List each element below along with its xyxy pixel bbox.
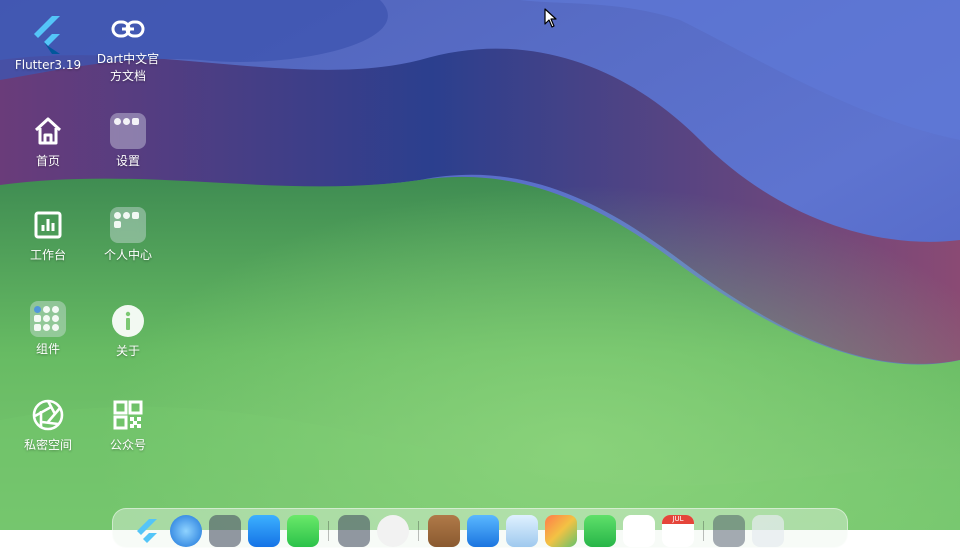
desktop-icon-about[interactable]: 关于 [88,302,168,360]
desktop-icon-label: 组件 [35,342,60,356]
desktop-icon-label: 公众号 [109,438,146,452]
dock: JUL [112,508,848,548]
dock-app-store-icon[interactable] [248,515,280,547]
dock-separator [328,521,329,541]
info-icon [109,302,147,340]
desktop-icon-home[interactable]: 首页 [8,112,88,170]
dock-folder-icon[interactable] [338,515,370,547]
dock-facetime-icon[interactable] [584,515,616,547]
desktop-icon-workbench[interactable]: 工作台 [8,206,88,264]
desktop-icon-components[interactable]: 组件 [8,300,88,358]
desktop-icon-label: 个人中心 [103,248,152,262]
dock-folder-icon[interactable] [713,515,745,547]
qr-code-icon [109,396,147,434]
desktop-icon-label: 私密空间 [23,438,72,452]
desktop-icon-dart-docs[interactable]: Dart中文官 方文档 [88,10,168,85]
desktop-icon-settings[interactable]: 设置 [88,112,168,170]
home-icon [29,112,67,150]
folder-icon [29,300,67,338]
calendar-month: JUL [662,515,694,524]
dock-photos-icon[interactable] [545,515,577,547]
dock-music-icon[interactable] [623,515,655,547]
desktop-icon-label: 设置 [115,154,140,168]
desktop-icon-private-space[interactable]: 私密空间 [8,396,88,454]
dock-trash-icon[interactable] [752,515,784,547]
dock-flutter-icon[interactable] [131,515,163,547]
desktop-icon-personal-center[interactable]: 个人中心 [88,206,168,264]
desktop-icon-label: 关于 [115,344,140,358]
dock-safari-icon[interactable] [170,515,202,547]
desktop-icon-official-account[interactable]: 公众号 [88,396,168,454]
desktop-icon-label: 首页 [35,154,60,168]
desktop-icon-label: 工作台 [29,248,66,262]
dock-separator [418,521,419,541]
dock-mail-icon[interactable] [467,515,499,547]
flutter-logo-icon [29,16,67,54]
aperture-icon [29,396,67,434]
dock-phone-icon[interactable] [506,515,538,547]
desktop-icon-label: Flutter3.19 [14,58,82,72]
dock-briefcase-icon[interactable] [428,515,460,547]
dock-separator [703,521,704,541]
desktop-icon-flutter[interactable]: Flutter3.19 [8,16,88,74]
folder-icon [109,112,147,150]
dock-folder-icon[interactable] [209,515,241,547]
link-icon [109,10,147,48]
dashboard-icon [29,206,67,244]
dock-messages-icon[interactable] [287,515,319,547]
desktop-icon-label: Dart中文官 方文档 [96,52,160,83]
dock-calendar-icon[interactable]: JUL [662,515,694,547]
dock-chrome-icon[interactable] [377,515,409,547]
folder-icon [109,206,147,244]
mouse-cursor-icon [544,8,557,28]
